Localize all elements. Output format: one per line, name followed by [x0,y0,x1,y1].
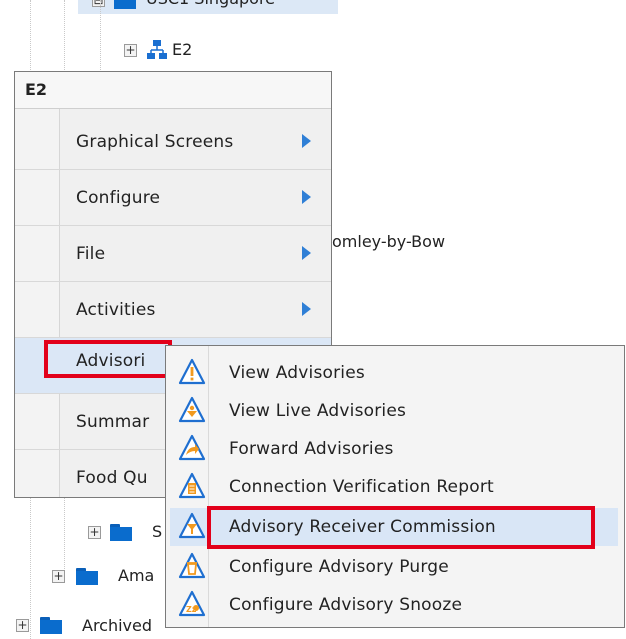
submenu-item-label: Configure Advisory Purge [229,557,449,577]
menu-item-label: Food Qu [76,468,148,488]
submenu-item-label: Connection Verification Report [229,477,494,497]
submenu-item-label: Configure Advisory Snooze [229,595,463,615]
submenu-item-configure-advisory-snooze[interactable]: Zz Configure Advisory Snooze [166,586,624,624]
menu-item-configure[interactable]: Configure [15,170,331,226]
menu-item-label: File [76,244,106,264]
snooze-advisory-icon: Zz [178,590,206,617]
tree-expander-e2[interactable]: + [124,44,137,57]
warning-advisory-icon [178,358,206,385]
forward-advisory-icon [178,434,206,461]
tree-label-e2[interactable]: E2 [172,40,192,60]
menu-item-file[interactable]: File [15,226,331,282]
folder-icon [40,617,62,634]
menu-item-label: Configure [76,188,161,208]
folder-icon [114,0,136,9]
tree-label-ama[interactable]: Ama [118,566,154,586]
tree-label-usc1[interactable]: USC1 Singapore [146,0,275,9]
menu-item-graphical-screens[interactable]: Graphical Screens [15,114,331,170]
tree-label-archived[interactable]: Archived [82,616,152,636]
report-advisory-icon [178,472,206,499]
menu-item-activities[interactable]: Activities [15,282,331,338]
tree-expander-s[interactable]: + [88,526,101,539]
submenu-arrow-icon [302,246,311,260]
submenu-item-view-live-advisories[interactable]: View Live Advisories [166,392,624,430]
submenu-item-label: View Advisories [229,363,365,383]
folder-icon [110,524,132,541]
tree-label-s[interactable]: S [152,522,162,542]
highlight-box-advisory-receiver-commission [207,506,595,549]
tree-label-bromley[interactable]: omley-by-Bow [332,232,445,252]
submenu-item-label: Forward Advisories [229,439,394,459]
submenu-item-forward-advisories[interactable]: Forward Advisories [166,430,624,468]
network-node-icon [147,40,167,59]
tree-expander-archived[interactable]: + [16,619,29,632]
submenu-item-label: View Live Advisories [229,401,407,421]
highlight-box-advisories [44,340,172,378]
submenu-arrow-icon [302,302,311,316]
advisories-submenu: View Advisories View Live Advisories For… [165,345,625,628]
folder-icon [76,568,98,585]
submenu-arrow-icon [302,190,311,204]
context-menu-title: E2 [25,80,48,99]
context-menu-header: E2 [15,72,331,109]
submenu-item-view-advisories[interactable]: View Advisories [166,354,624,392]
menu-item-label: Graphical Screens [76,132,234,152]
tree-expander[interactable]: ⊟ [92,0,105,7]
menu-item-label: Activities [76,300,156,320]
tree-expander-ama[interactable]: + [52,570,65,583]
submenu-item-connection-verification-report[interactable]: Connection Verification Report [166,468,624,506]
receiver-advisory-icon [178,512,206,539]
submenu-item-configure-advisory-purge[interactable]: Configure Advisory Purge [166,548,624,586]
menu-item-label: Summar [76,412,150,432]
purge-advisory-icon [178,552,206,579]
live-advisory-icon [178,396,206,423]
submenu-arrow-icon [302,134,311,148]
